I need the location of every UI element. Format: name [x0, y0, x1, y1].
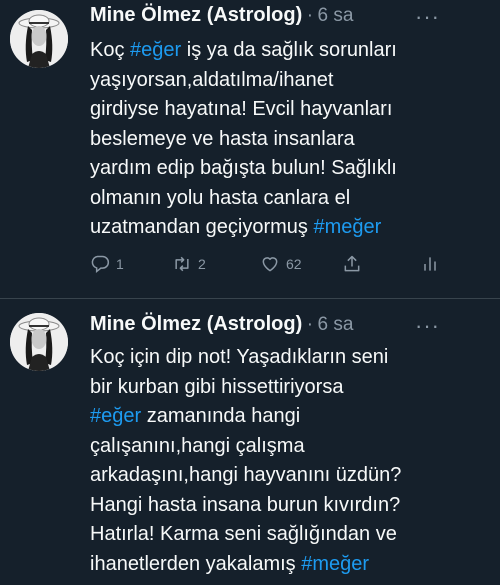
reply-icon — [91, 255, 110, 274]
separator-dot: · — [306, 314, 314, 335]
text-segment: arkadaşını,hangi hayvanını üzdün? — [90, 464, 402, 486]
retweet-icon — [175, 256, 189, 272]
tweet-text-line: çalışanını,hangi çalışma — [90, 432, 460, 462]
text-segment: Koç için dip not! Yaşadıkların seni — [90, 346, 389, 368]
tweet-text-line: ihanetlerden yakalamış #meğer — [90, 550, 460, 580]
more-options-button[interactable]: ··· — [415, 4, 440, 30]
tweet-text: Koç için dip not! Yaşadıkların seni bir k… — [90, 343, 460, 579]
text-segment: çalışanını,hangi çalışma — [90, 434, 305, 457]
share-button[interactable] — [342, 252, 362, 276]
analytics-icon — [424, 257, 436, 271]
tweet-timestamp[interactable]: 6 sa — [317, 314, 353, 335]
text-segment: bir kurban gibi hissettiriyorsa — [90, 375, 344, 398]
more-options-button[interactable]: ··· — [415, 313, 440, 339]
retweet-count: 2 — [198, 256, 206, 272]
tweet-text: Koç #eğer iş ya da sağlık sorunları yaşıy… — [90, 36, 460, 243]
tweet[interactable]: Mine Ölmez (Astrolog) · 6 sa ··· Koç içi… — [0, 298, 500, 585]
like-icon — [262, 257, 278, 272]
tweet-text-line: yaşıyorsan,aldatılma/ihanet — [90, 66, 460, 96]
like-button[interactable]: 62 — [260, 252, 302, 276]
author-name[interactable]: Mine Ölmez (Astrolog) — [90, 313, 302, 335]
tweet-text-line: beslemeye ve hasta insanlara — [90, 125, 460, 155]
text-segment: olmanın yolu hasta canlara el — [90, 186, 351, 209]
text-segment: Koç — [90, 39, 131, 61]
tweet-actions: 1 2 62 — [90, 252, 450, 276]
hashtag-link[interactable]: #eğer — [130, 39, 181, 61]
tweet-text-line: Hatırla! Karma seni sağlığından ve — [90, 520, 460, 550]
text-segment: iş ya da sağlık sorunları — [181, 39, 397, 61]
text-segment: uzatmandan geçiyormuş — [90, 216, 314, 238]
text-segment: Hatırla! Karma seni sağlığından ve — [90, 523, 397, 545]
author-name[interactable]: Mine Ölmez (Astrolog) — [90, 4, 302, 26]
tweet-text-line: bir kurban gibi hissettiriyorsa — [90, 373, 460, 403]
tweet-text-line: Koç #eğer iş ya da sağlık sorunları — [90, 36, 460, 66]
tweet-text-line: yardım edip bağışta bulun! Sağlıklı — [90, 154, 460, 184]
tweet-text-line: arkadaşını,hangi hayvanını üzdün? — [90, 461, 460, 491]
avatar-photo — [10, 10, 68, 68]
text-segment: zamanında hangi — [141, 405, 301, 427]
like-count: 62 — [286, 256, 302, 272]
reply-count: 1 — [116, 256, 124, 272]
analytics-button[interactable] — [420, 252, 440, 276]
share-icon — [344, 255, 360, 272]
hashtag-link[interactable]: #eğer — [90, 405, 141, 427]
text-segment: yaşıyorsan,aldatılma/ihanet — [90, 68, 334, 91]
author-avatar[interactable] — [10, 313, 68, 371]
tweet-header: Mine Ölmez (Astrolog) · 6 sa ··· — [90, 313, 488, 341]
text-segment: girdiyse hayatına! Evcil hayvanları — [90, 98, 393, 120]
tweet-text-line: Hangi hasta insana burun kıvırdın? — [90, 491, 460, 521]
hashtag-link[interactable]: #meğer — [301, 553, 369, 575]
separator-dot: · — [306, 5, 314, 26]
tweet-text-line: girdiyse hayatına! Evcil hayvanları — [90, 95, 460, 125]
tweet-text-line: uzatmandan geçiyormuş #meğer — [90, 213, 460, 243]
avatar-photo — [10, 313, 68, 371]
tweet-text-line: olmanın yolu hasta canlara el — [90, 184, 460, 214]
tweet[interactable]: Mine Ölmez (Astrolog) · 6 sa ··· Koç #eğ… — [0, 0, 500, 286]
tweet-timestamp[interactable]: 6 sa — [317, 5, 353, 26]
tweet-header: Mine Ölmez (Astrolog) · 6 sa ··· — [90, 4, 488, 32]
hashtag-link[interactable]: #meğer — [313, 216, 381, 238]
retweet-button[interactable]: 2 — [172, 252, 206, 276]
author-avatar[interactable] — [10, 10, 68, 68]
tweet-text-line: #eğer zamanında hangi — [90, 402, 460, 432]
text-segment: yardım edip bağışta bulun! Sağlıklı — [90, 157, 397, 179]
reply-button[interactable]: 1 — [90, 252, 124, 276]
text-segment: Hangi hasta insana burun kıvırdın? — [90, 493, 401, 516]
text-segment: beslemeye ve hasta insanlara — [90, 127, 355, 150]
text-segment: ihanetlerden yakalamış — [90, 552, 302, 575]
tweet-text-line: Koç için dip not! Yaşadıkların seni — [90, 343, 460, 373]
